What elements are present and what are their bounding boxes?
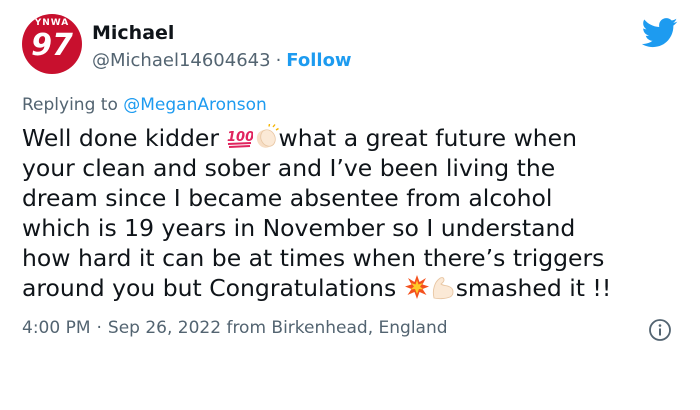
tweet-text: Well done kidder 100 what a great future… [22, 123, 682, 303]
tweet-line-6-start: around you but Congratulations [22, 274, 397, 302]
tweet-line-2: your clean and sober and I’ve been livin… [22, 154, 556, 182]
meta-separator: · [96, 318, 102, 338]
tweet-line-6-end: smashed it !! [455, 274, 612, 302]
clapping-hands-icon [256, 124, 279, 148]
avatar-number: 97 [31, 28, 73, 63]
handle-row: @Michael14604643 · Follow [92, 50, 352, 71]
display-name[interactable]: Michael [92, 22, 174, 44]
tweet-line-1-start: Well done kidder [22, 124, 220, 152]
tweet-line-4: which is 19 years in November so I under… [22, 214, 576, 242]
tweet-meta: 4:00 PM · Sep 26, 2022 from Birkenhead, En… [22, 318, 448, 338]
collision-icon [404, 275, 429, 299]
user-handle[interactable]: @Michael14604643 [92, 50, 271, 71]
avatar[interactable]: YNWA 97 [22, 14, 82, 74]
hundred-points-icon: 100 [227, 130, 253, 148]
follow-button[interactable]: Follow [286, 50, 351, 71]
info-icon[interactable] [648, 318, 672, 342]
tweet-line-5: how hard it can be at times when there’s… [22, 244, 605, 272]
flexed-biceps-icon [432, 277, 454, 300]
replying-to: Replying to @MeganAronson [22, 95, 267, 115]
tweet-date-location[interactable]: Sep 26, 2022 from Birkenhead, England [108, 318, 448, 338]
tweet-line-1-end: what a great future when [278, 124, 578, 152]
tweet-time[interactable]: 4:00 PM [22, 318, 91, 338]
tweet-line-1: Well done kidder 100 what a great future… [22, 123, 682, 153]
avatar-top-text: YNWA [34, 18, 70, 28]
tweet-line-6: around you but Congratulations smashed i… [22, 273, 682, 303]
replying-to-prefix: Replying to [22, 95, 124, 115]
reply-mention-link[interactable]: @MeganAronson [123, 95, 267, 115]
handle-separator: · [275, 50, 282, 71]
twitter-bird-icon[interactable] [642, 18, 678, 48]
tweet-line-3: dream since I became absentee from alcoh… [22, 184, 553, 212]
